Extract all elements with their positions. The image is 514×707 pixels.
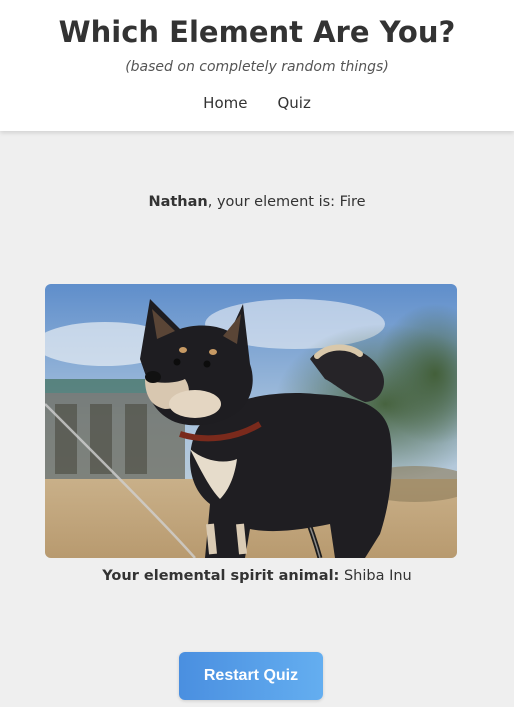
spirit-animal-line: Your elemental spirit animal: Shiba Inu: [0, 566, 514, 586]
result-text: Nathan, your element is: Fire: [0, 192, 514, 212]
spirit-animal-photo: [45, 284, 457, 558]
result-connector: , your element is:: [207, 194, 340, 210]
spirit-animal-value: Shiba Inu: [343, 568, 412, 584]
result-element: Fire: [339, 194, 366, 210]
page-title: Which Element Are You?: [58, 15, 456, 49]
nav-link-quiz[interactable]: Quiz: [277, 93, 310, 113]
spirit-animal-label: Your elemental spirit animal:: [102, 568, 340, 584]
user-name: Nathan: [148, 194, 208, 210]
main-nav: Home Quiz: [0, 93, 514, 113]
site-header: Which Element Are You? (based on complet…: [0, 0, 514, 131]
nav-link-home[interactable]: Home: [203, 93, 247, 113]
restart-quiz-button[interactable]: Restart Quiz: [179, 652, 323, 700]
page-subtitle: (based on completely random things): [125, 59, 389, 75]
